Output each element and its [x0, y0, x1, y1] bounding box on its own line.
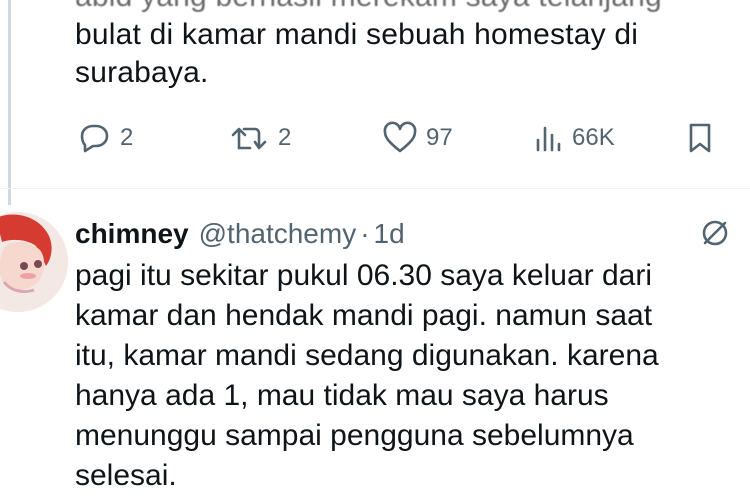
- like-count: 97: [426, 124, 453, 151]
- tweet-line: itu, kamar mandi sedang digunakan. karen…: [75, 339, 659, 372]
- views-button[interactable]: 66K: [534, 118, 615, 158]
- avatar-illustration: [0, 212, 68, 312]
- tweet-line: menunggu sampai pengguna sebelumnya: [75, 419, 634, 452]
- reply-icon: [80, 124, 109, 153]
- tweet-divider: [0, 188, 750, 189]
- retweet-button[interactable]: 2: [230, 118, 291, 158]
- tweet-line: selesai.: [75, 459, 177, 492]
- views-count: 66K: [572, 124, 615, 151]
- retweet-icon: [231, 127, 267, 150]
- tweet-time[interactable]: 1d: [374, 218, 405, 250]
- tweet-header: chimney @thatchemy · 1d: [75, 214, 405, 254]
- reply-button[interactable]: 2: [76, 118, 133, 158]
- tweet-line: pagi itu sekitar pukul 06.30 saya keluar…: [75, 259, 653, 292]
- reply-count: 2: [120, 124, 134, 151]
- bookmark-button[interactable]: [686, 118, 714, 158]
- views-icon: [536, 126, 561, 152]
- avatar[interactable]: [0, 212, 68, 312]
- thread-line: [8, 0, 11, 205]
- tweet-line: hanya ada 1, mau tidak mau saya harus: [75, 379, 609, 412]
- author-handle[interactable]: @thatchemy: [199, 218, 357, 250]
- like-icon: [383, 121, 417, 153]
- reply-tweet-text: pagi itu sekitar pukul 06.30 saya keluar…: [75, 256, 740, 496]
- bookmark-icon: [689, 123, 711, 153]
- more-options-button[interactable]: [698, 216, 732, 255]
- author-name[interactable]: chimney: [75, 218, 189, 250]
- separator-dot: ·: [360, 218, 370, 249]
- previous-tweet-line: bulat di kamar mandi sebuah homestay di: [75, 18, 639, 51]
- previous-tweet-line-faded: abid yang berhasil merekam saya telanjan…: [75, 0, 735, 16]
- like-button[interactable]: 97: [382, 118, 453, 158]
- previous-tweet-text: abid yang berhasil merekam saya telanjan…: [75, 0, 735, 92]
- tweet-actions: 2 2 97 66K: [0, 118, 750, 158]
- tweet-line: kamar dan hendak mandi pagi. namun saat: [75, 299, 653, 332]
- previous-tweet-line: surabaya.: [75, 56, 209, 89]
- no-entry-icon: [702, 220, 728, 246]
- retweet-count: 2: [278, 124, 292, 151]
